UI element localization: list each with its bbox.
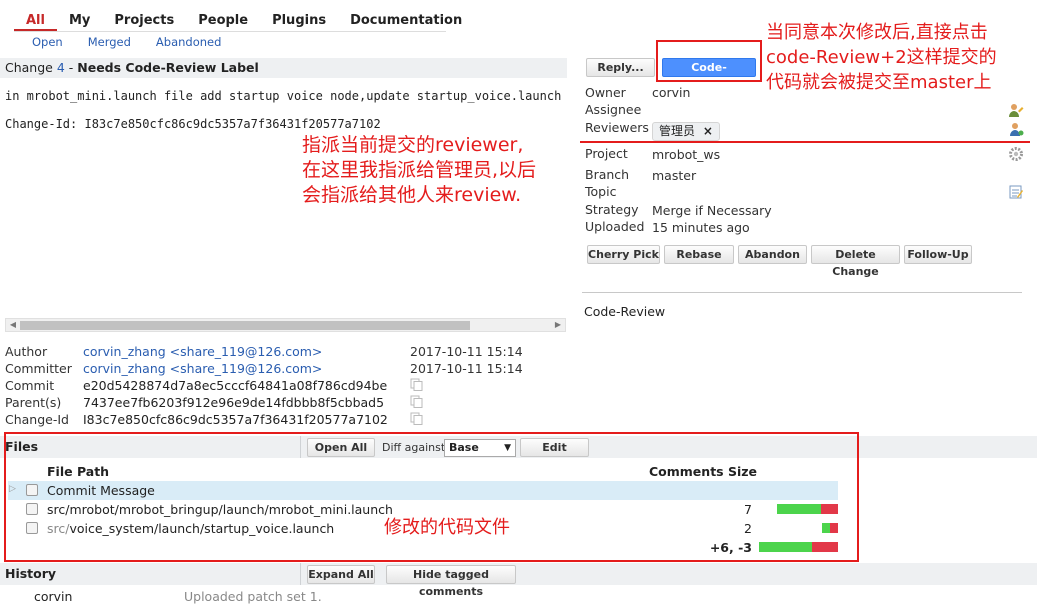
annotation-box-files: [4, 432, 859, 562]
subtab-merged[interactable]: Merged: [88, 35, 131, 49]
commit-message-line1: in mrobot_mini.launch file add startup v…: [5, 89, 562, 103]
committer-date: 2017-10-11 15:14: [410, 361, 523, 376]
commit-label: Commit: [5, 378, 55, 393]
scroll-right-icon[interactable]: ▶: [552, 319, 564, 331]
commit-message-line2: Change-Id: I83c7e850cfc86c9dc5357a7f3643…: [5, 117, 381, 131]
committer-link[interactable]: corvin_zhang <share_119@126.com>: [83, 361, 322, 376]
branch-label: Branch: [585, 167, 630, 182]
owner-label: Owner: [585, 85, 626, 100]
annotation-line: 会指派给其他人来review.: [302, 184, 522, 206]
copy-parent-icon[interactable]: [410, 395, 423, 408]
history-entry[interactable]: corvin Uploaded patch set 1.: [5, 586, 1025, 606]
history-header: History: [0, 563, 1037, 585]
parent-label: Parent(s): [5, 395, 62, 410]
reviewers-label: Reviewers: [585, 120, 649, 135]
parent-hash: 7437ee7fb6203f912e96e9de14fdbbb8f5cbbad5: [83, 395, 385, 410]
strategy-label: Strategy: [585, 202, 639, 217]
history-section-label: History: [5, 566, 57, 581]
author-label: Author: [5, 344, 48, 359]
commit-message: in mrobot_mini.launch file add startup v…: [5, 82, 565, 138]
gear-icon[interactable]: [1008, 146, 1024, 162]
project-link[interactable]: mrobot_ws: [652, 147, 720, 162]
annotation-line: 指派当前提交的reviewer,: [302, 134, 524, 156]
delete-change-button[interactable]: Delete Change: [811, 245, 900, 278]
annotation-files-text: 修改的代码文件: [384, 517, 510, 538]
code-review-label: Code-Review: [584, 304, 666, 319]
assignee-label: Assignee: [585, 102, 642, 117]
uploaded-label: Uploaded: [585, 219, 645, 234]
copy-change-id-icon[interactable]: [410, 412, 423, 425]
subtab-open[interactable]: Open: [32, 35, 63, 49]
rebase-button[interactable]: Rebase: [664, 245, 734, 264]
history-author: corvin: [34, 589, 73, 604]
tab-projects[interactable]: Projects: [102, 12, 186, 32]
project-label: Project: [585, 146, 628, 161]
strategy-value: Merge if Necessary: [652, 203, 772, 218]
hide-tagged-comments-button[interactable]: Hide tagged comments: [386, 565, 516, 598]
annotation-line: 在这里我指派给管理员,以后: [302, 159, 537, 181]
owner-link[interactable]: corvin: [652, 85, 690, 100]
horizontal-scrollbar[interactable]: ◀ ▶: [5, 318, 566, 332]
expand-all-button[interactable]: Expand All: [307, 565, 375, 584]
subtab-abandoned[interactable]: Abandoned: [156, 35, 222, 49]
tab-all[interactable]: All: [14, 12, 57, 32]
reviewer-name: 管理员: [659, 124, 696, 138]
history-message: Uploaded patch set 1.: [184, 589, 322, 604]
change-id-value: I83c7e850cfc86c9dc5357a7f36431f20577a710…: [83, 412, 388, 427]
sub-tabs: Open Merged Abandoned: [32, 35, 221, 49]
copy-commit-icon[interactable]: [410, 378, 423, 391]
edit-topic-icon[interactable]: [1008, 184, 1024, 200]
author-link[interactable]: corvin_zhang <share_119@126.com>: [83, 344, 322, 359]
remove-reviewer-icon[interactable]: ×: [703, 124, 713, 138]
topic-label: Topic: [585, 184, 617, 199]
change-number-link[interactable]: 4: [57, 60, 65, 75]
change-separator: -: [64, 60, 78, 75]
tab-documentation[interactable]: Documentation: [338, 12, 474, 32]
follow-up-button[interactable]: Follow-Up: [904, 245, 972, 264]
change-header: Change 4 - Needs Code-Review Label: [0, 58, 567, 78]
annotation-line: code-Review+2这样提交的: [766, 47, 997, 68]
scrollbar-thumb[interactable]: [20, 321, 470, 330]
reviewer-chip: 管理员 ×: [652, 122, 720, 141]
reply-button[interactable]: Reply...: [586, 58, 655, 77]
annotation-line: 当同意本次修改后,直接点击: [766, 22, 988, 43]
scroll-left-icon[interactable]: ◀: [7, 319, 19, 331]
change-status: Needs Code-Review Label: [77, 60, 259, 75]
tab-plugins[interactable]: Plugins: [260, 12, 338, 32]
change-id-label: Change-Id: [5, 412, 69, 427]
annotation-underline-reviewers: [580, 141, 1030, 143]
annotation-reviewer-text: 指派当前提交的reviewer, 在这里我指派给管理员,以后 会指派给其他人来r…: [302, 133, 572, 208]
commit-hash: e20d5428874d7a8ec5cccf64841a08f786cd94be: [83, 378, 388, 393]
change-prefix: Change: [5, 60, 53, 75]
committer-label: Committer: [5, 361, 72, 376]
annotation-box-code-review: [656, 40, 762, 82]
abandon-button[interactable]: Abandon: [738, 245, 807, 264]
tab-people[interactable]: People: [186, 12, 260, 32]
history-separator: [300, 563, 301, 585]
label-divider: [582, 292, 1022, 293]
change-title: Change 4 - Needs Code-Review Label: [5, 60, 259, 75]
edit-assignee-icon[interactable]: [1008, 102, 1024, 118]
add-reviewer-icon[interactable]: [1008, 121, 1024, 137]
uploaded-value: 15 minutes ago: [652, 220, 750, 235]
cherry-pick-button[interactable]: Cherry Pick: [587, 245, 660, 264]
branch-link[interactable]: master: [652, 168, 696, 183]
author-date: 2017-10-11 15:14: [410, 344, 523, 359]
annotation-line: 代码就会被提交至master上: [766, 72, 992, 93]
annotation-code-review-text: 当同意本次修改后,直接点击 code-Review+2这样提交的 代码就会被提交…: [766, 20, 1036, 95]
tab-my[interactable]: My: [57, 12, 102, 32]
tabs-underline: [14, 31, 446, 32]
main-tabs: All My Projects People Plugins Documenta…: [14, 12, 474, 32]
